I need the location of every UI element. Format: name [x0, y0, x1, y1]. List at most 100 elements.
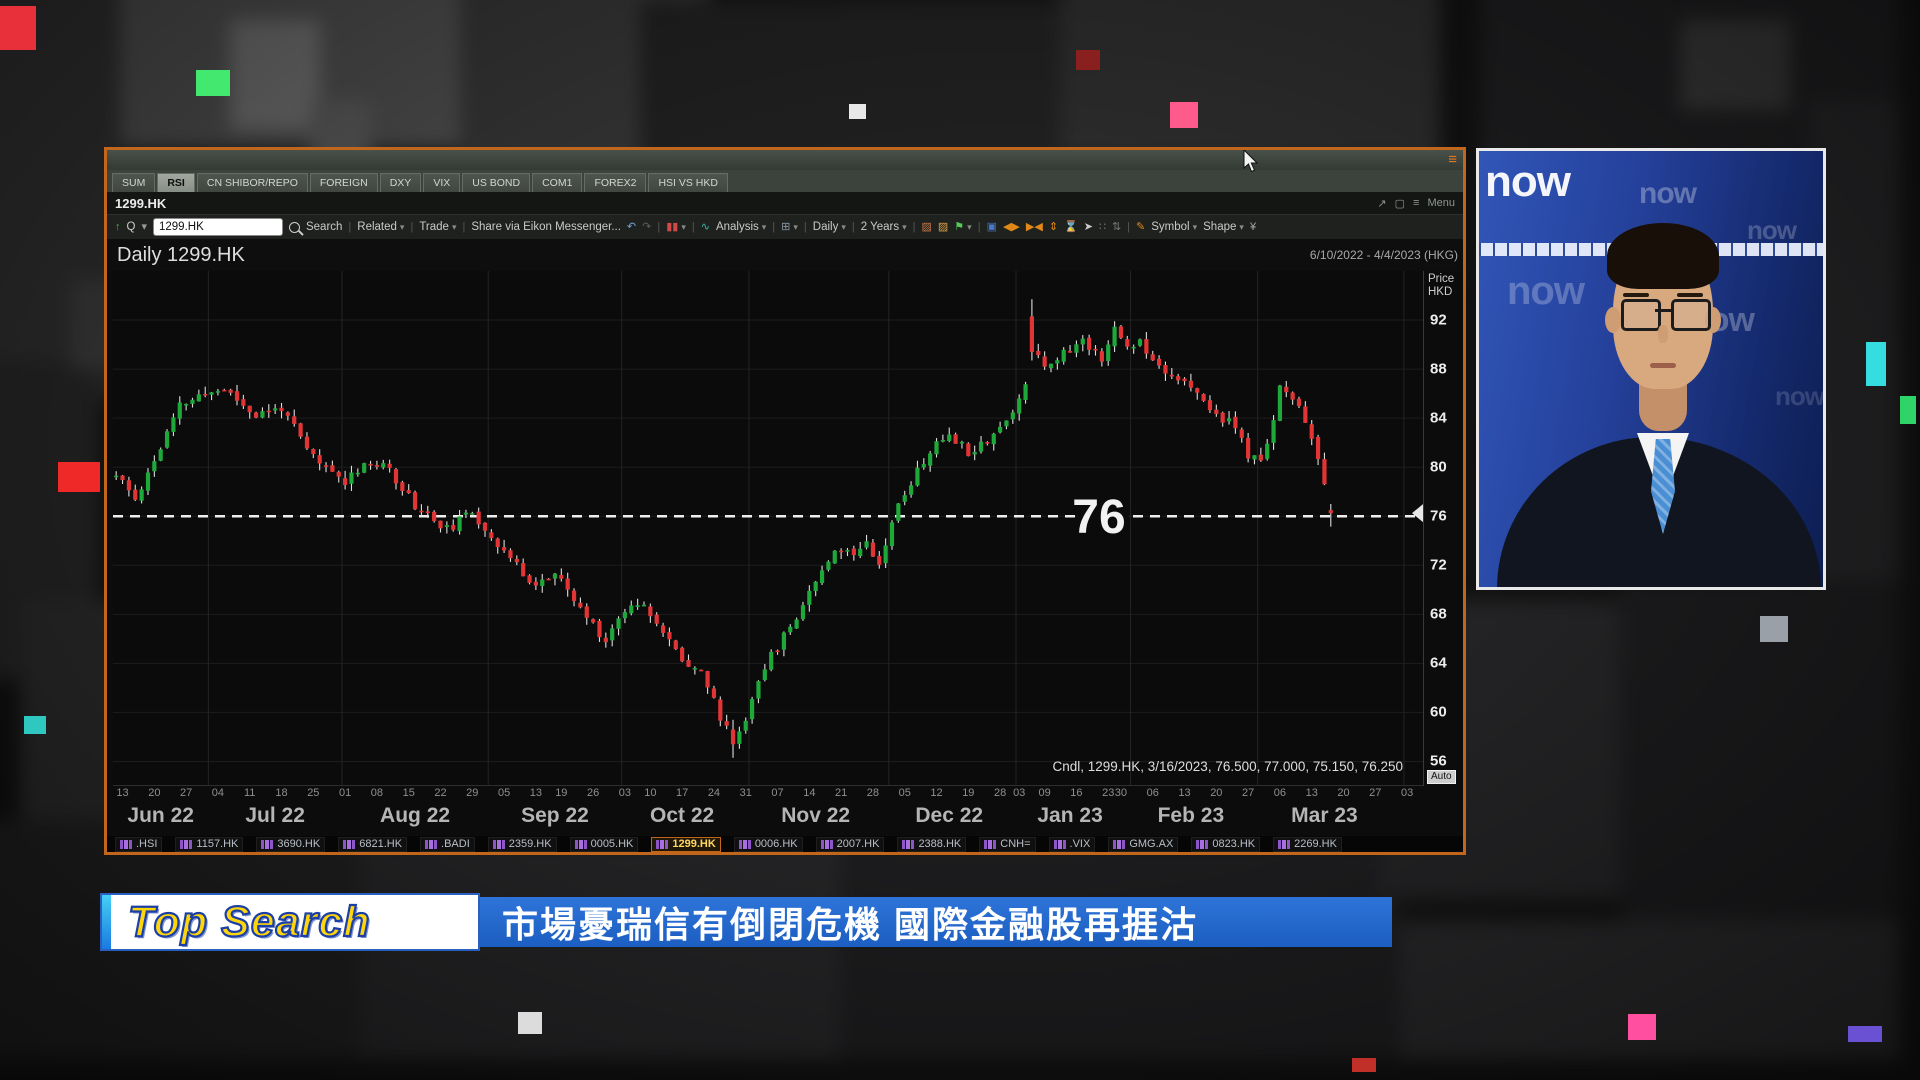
ticker-item-1157-hk[interactable]: 1157.HK — [175, 836, 244, 852]
ticker-item--vix[interactable]: .VIX — [1048, 836, 1096, 852]
x-axis-tick: 03 — [1013, 787, 1026, 799]
dropdown-caret-icon[interactable]: ▾ — [141, 221, 147, 233]
presenter-eyebrow — [1677, 293, 1703, 297]
tab-rsi[interactable]: RSI — [157, 173, 195, 192]
window-menu-icon[interactable]: ≡ — [1448, 151, 1457, 168]
ticker-item-2269-hk[interactable]: 2269.HK — [1273, 836, 1342, 852]
share-eikon-messenger[interactable]: Share via Eikon Messenger... — [471, 221, 621, 233]
mini-candle-icon — [1113, 839, 1126, 849]
flag-icon[interactable]: ⚑ ▾ — [954, 221, 971, 233]
chart-toolbar: ↑ Q ▾ Search | Related▾ | Trade▾ | Share via Eiko… — [107, 214, 1463, 239]
tab-foreign[interactable]: FOREIGN — [309, 173, 378, 192]
tab-us-bond[interactable]: US BOND — [462, 173, 531, 192]
chevron-down-icon: ▾ — [761, 221, 767, 232]
expand-icon[interactable]: ◀▶ — [1003, 221, 1020, 233]
indicator-grid-icon[interactable]: ⊞ ▾ — [781, 221, 798, 233]
mini-candle-icon — [343, 839, 356, 849]
up-arrow-icon[interactable]: ↑ — [115, 221, 121, 233]
interval-select[interactable]: Daily ▾ — [813, 221, 846, 233]
ticker-item-0005-hk[interactable]: 0005.HK — [569, 836, 639, 852]
tab-vix[interactable]: VIX — [423, 173, 461, 192]
candle-style-icon[interactable]: ▮▮ ▾ — [666, 221, 686, 233]
x-axis-tick: 13 — [529, 787, 542, 799]
analysis-zigzag-icon[interactable]: ∿ — [701, 221, 710, 233]
chart-thumb-icon[interactable]: ▨ — [921, 221, 931, 233]
x-axis-tick: 29 — [466, 787, 479, 799]
eikon-chart-window: ≡ SUM RSI CN SHIBOR/REPO FOREIGN DXY VIX US BO… — [104, 147, 1466, 855]
ticker-item-cnh-[interactable]: CNH= — [979, 836, 1036, 852]
toolbar-divider: | — [462, 221, 466, 233]
date-axis-ticks: 13 20 27 04 11 18 25 01 08 15 22 29 05 13 19 26 03 10 17 24… — [113, 786, 1423, 802]
x-axis-tick: 13 — [116, 787, 129, 799]
popout-icon[interactable]: ↗ — [1377, 197, 1386, 210]
x-axis-tick: 22 — [434, 787, 447, 799]
y-axis-label: 56 — [1430, 752, 1447, 770]
chevron-down-icon: ▾ — [681, 221, 686, 232]
grip-icon[interactable]: ∷ — [1099, 221, 1106, 233]
search-icon[interactable] — [288, 221, 300, 233]
x-axis-tick: 09 — [1038, 787, 1051, 799]
tab-sum[interactable]: SUM — [112, 173, 156, 192]
restore-icon[interactable]: ▢ — [1395, 197, 1405, 210]
chart-canvas[interactable]: 76 — [113, 271, 1423, 786]
x-axis-month-label: Jan 23 — [1037, 804, 1103, 827]
redo-icon[interactable]: ↷ — [642, 221, 651, 233]
x-axis-tick: 05 — [497, 787, 511, 799]
currency-icon[interactable]: ¥ — [1250, 221, 1256, 233]
ticker-item-2359-hk[interactable]: 2359.HK — [487, 836, 557, 852]
trade-menu[interactable]: Trade ▾ — [419, 221, 456, 233]
ticker-item-1299-hk[interactable]: 1299.HK — [651, 836, 721, 852]
toolbar-divider: | — [410, 221, 414, 233]
symbol-menu[interactable]: Symbol ▾ — [1151, 221, 1197, 233]
ticker-item-6821-hk[interactable]: 6821.HK — [338, 836, 408, 852]
chart-thumb2-icon[interactable]: ▨ — [938, 221, 948, 233]
symbol-input[interactable] — [152, 218, 283, 236]
x-axis-tick: 20 — [148, 787, 161, 799]
ticker-item-3690-hk[interactable]: 3690.HK — [256, 836, 326, 852]
x-axis-month-label: Feb 23 — [1157, 804, 1225, 827]
shape-menu[interactable]: Shape ▾ — [1203, 221, 1244, 233]
toolbar-divider: | — [657, 221, 661, 233]
hourglass-icon[interactable]: ⌛ — [1064, 221, 1078, 233]
x-axis-tick: 31 — [739, 787, 752, 799]
ticker-item-2007-hk[interactable]: 2007.HK — [815, 836, 885, 852]
ticker-item-0823-hk[interactable]: 0823.HK — [1191, 836, 1261, 852]
ticker-item--badi[interactable]: .BADI — [420, 836, 475, 852]
tab-com1[interactable]: COM1 — [532, 173, 583, 192]
glitch-square — [518, 1012, 542, 1034]
quote-button[interactable]: Q — [127, 221, 136, 233]
x-axis-month-label: Mar 23 — [1291, 804, 1358, 827]
analysis-menu[interactable]: Analysis ▾ — [716, 221, 766, 233]
x-axis-month-label: Sep 22 — [521, 804, 589, 827]
tab-cn-shibor-repo[interactable]: CN SHIBOR/REPO — [196, 173, 308, 192]
sort-icon[interactable]: ⇅ — [1112, 221, 1121, 233]
price-axis[interactable]: Price HKD Auto 92 88 84 80 76 72 68 64 60 56 — [1423, 271, 1463, 786]
tab-forex2[interactable]: FOREX2 — [584, 173, 647, 192]
search-button[interactable]: Search — [306, 221, 342, 233]
edit-icon[interactable]: ✎ — [1136, 221, 1145, 233]
ticker-item-2388-hk[interactable]: 2388.HK — [897, 836, 967, 852]
updown-icon[interactable]: ⇕ — [1049, 221, 1058, 233]
news-icon[interactable]: ▣ — [987, 221, 997, 233]
ticker-item-0006-hk[interactable]: 0006.HK — [733, 836, 803, 852]
x-axis-tick: 28 — [866, 787, 880, 799]
pointer-icon[interactable]: ➤ — [1084, 221, 1093, 233]
tab-dxy[interactable]: DXY — [379, 173, 422, 192]
undo-icon[interactable]: ↶ — [627, 221, 636, 233]
candlestick-chart[interactable]: Cndl, 1299.HK, 3/16/2023, 76.500, 77.000… — [113, 271, 1423, 786]
menu-label[interactable]: Menu — [1427, 197, 1455, 209]
auto-scale-button[interactable]: Auto — [1427, 770, 1456, 784]
mini-candle-icon — [120, 839, 132, 849]
collapse-icon[interactable]: ▶◀ — [1026, 221, 1043, 233]
tab-hsi-vs-hkd[interactable]: HSI VS HKD — [648, 173, 728, 192]
glitch-square — [0, 6, 36, 50]
ticker-item--hsi[interactable]: .HSI — [115, 836, 163, 852]
symbol-input[interactable] — [152, 218, 283, 236]
presenter-mouth — [1650, 363, 1676, 368]
ticker-item-gmg-ax[interactable]: GMG.AX — [1108, 836, 1179, 852]
menu-icon[interactable]: ≡ — [1413, 197, 1419, 209]
mini-candle-icon — [820, 839, 833, 849]
related-menu[interactable]: Related ▾ — [357, 221, 404, 233]
range-select[interactable]: 2 Years ▾ — [861, 221, 907, 233]
badge-accent-stripe — [102, 895, 111, 949]
